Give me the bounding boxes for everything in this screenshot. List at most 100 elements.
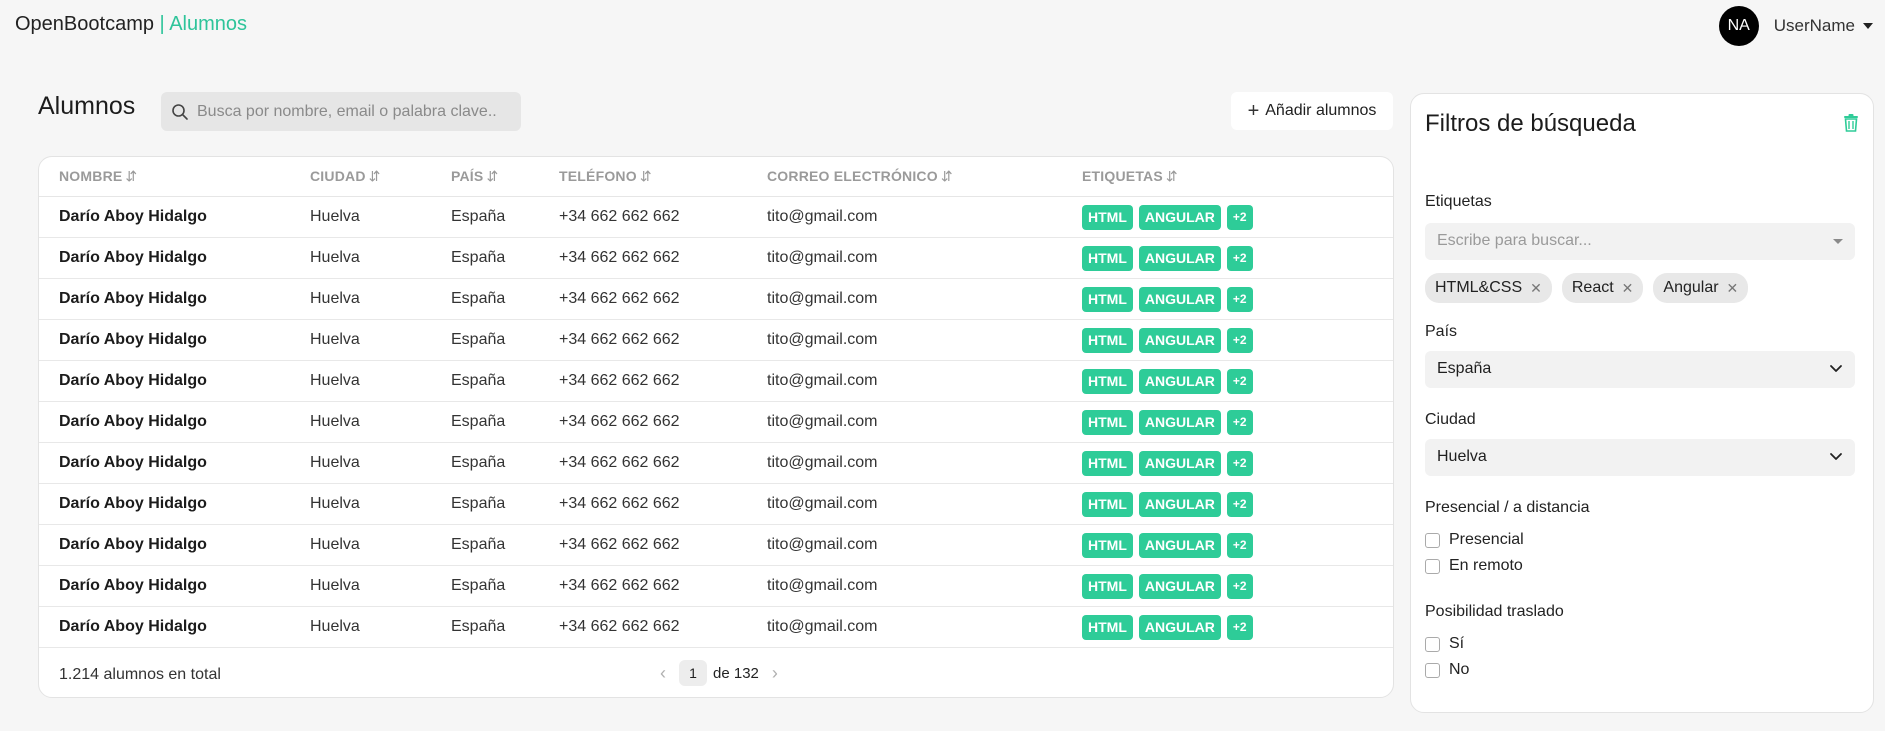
student-phone: +34 662 662 662 — [559, 495, 680, 512]
table-row[interactable]: Darío Aboy Hidalgo Huelva España +34 662 66… — [39, 361, 1393, 402]
presencial-checkbox[interactable]: Presencial — [1425, 531, 1524, 549]
remove-chip-icon[interactable]: ✕ — [1622, 280, 1634, 297]
relocate-yes-checkbox[interactable]: Sí — [1425, 635, 1464, 653]
column-header-label: ETIQUETAS — [1082, 168, 1163, 184]
current-page[interactable]: 1 — [679, 660, 707, 686]
remote-checkbox[interactable]: En remoto — [1425, 557, 1523, 575]
relocate-no-checkbox[interactable]: No — [1425, 661, 1469, 679]
table-row[interactable]: Darío Aboy Hidalgo Huelva España +34 662 66… — [39, 320, 1393, 361]
column-header-phone[interactable]: TELÉFONO ⇵ — [559, 168, 652, 185]
sort-icon[interactable]: ⇵ — [369, 168, 381, 184]
column-header-tags[interactable]: ETIQUETAS ⇵ — [1082, 168, 1178, 185]
more-tags-badge[interactable]: +2 — [1226, 205, 1253, 230]
more-tags-badge[interactable]: +2 — [1226, 574, 1253, 599]
chevron-down-icon[interactable] — [1829, 361, 1843, 375]
student-email: tito@gmail.com — [767, 536, 878, 553]
table-row[interactable]: Darío Aboy Hidalgo Huelva España +34 662 66… — [39, 443, 1393, 484]
student-country: España — [451, 208, 506, 225]
sort-icon[interactable]: ⇵ — [125, 168, 137, 184]
table-row[interactable]: Darío Aboy Hidalgo Huelva España +34 662 66… — [39, 197, 1393, 238]
table-row[interactable]: Darío Aboy Hidalgo Huelva España +34 662 66… — [39, 279, 1393, 320]
sort-icon[interactable]: ⇵ — [941, 168, 953, 184]
tag-chip: HTML&CSS ✕ — [1425, 273, 1552, 303]
sort-icon[interactable]: ⇵ — [640, 168, 652, 184]
tags-search-select[interactable]: Escribe para buscar... — [1425, 223, 1855, 260]
student-phone: +34 662 662 662 — [559, 577, 680, 594]
user-menu[interactable]: NA UserName — [1718, 6, 1873, 46]
avatar[interactable]: NA — [1718, 6, 1759, 46]
table-row[interactable]: Darío Aboy Hidalgo Huelva España +34 662 66… — [39, 484, 1393, 525]
dropdown-triangle-icon[interactable] — [1833, 239, 1843, 244]
student-city: Huelva — [310, 290, 360, 307]
column-header-label: CORREO ELECTRÓNICO — [767, 168, 938, 184]
student-email: tito@gmail.com — [767, 208, 878, 225]
tag-badge: ANGULAR — [1138, 492, 1221, 517]
table-row[interactable]: Darío Aboy Hidalgo Huelva España +34 662 66… — [39, 566, 1393, 607]
tag-list: HTML ANGULAR +2 — [1082, 246, 1253, 271]
more-tags-badge[interactable]: +2 — [1226, 410, 1253, 435]
tag-badge: ANGULAR — [1138, 410, 1221, 435]
search-box[interactable] — [161, 92, 521, 131]
checkbox-box[interactable] — [1425, 532, 1440, 548]
checkbox-box[interactable] — [1425, 558, 1440, 574]
app-brand[interactable]: OpenBootcamp | Alumnos — [15, 13, 247, 36]
more-tags-badge[interactable]: +2 — [1226, 287, 1253, 312]
more-tags-badge[interactable]: +2 — [1226, 615, 1253, 640]
tags-filter-label: Etiquetas — [1425, 193, 1492, 210]
tag-badge: ANGULAR — [1138, 205, 1221, 230]
tag-list: HTML ANGULAR +2 — [1082, 287, 1253, 312]
column-header-name[interactable]: NOMBRE ⇵ — [59, 168, 137, 185]
tag-chip: React ✕ — [1561, 273, 1644, 303]
sort-icon[interactable]: ⇵ — [486, 168, 498, 184]
table-row[interactable]: Darío Aboy Hidalgo Huelva España +34 662 66… — [39, 402, 1393, 443]
tag-badge: ANGULAR — [1138, 615, 1221, 640]
student-country: España — [451, 413, 506, 430]
student-email: tito@gmail.com — [767, 413, 878, 430]
more-tags-badge[interactable]: +2 — [1226, 451, 1253, 476]
city-select[interactable]: Huelva — [1425, 439, 1855, 476]
tag-badge: HTML — [1082, 410, 1133, 435]
remove-chip-icon[interactable]: ✕ — [1727, 280, 1739, 297]
search-input[interactable] — [197, 102, 497, 121]
sort-icon[interactable]: ⇵ — [1166, 168, 1178, 184]
user-name[interactable]: UserName — [1774, 16, 1855, 36]
trash-icon[interactable] — [1843, 114, 1859, 132]
tag-chip-label: React — [1571, 279, 1614, 296]
city-filter-label: Ciudad — [1425, 411, 1476, 428]
add-students-label: Añadir alumnos — [1265, 102, 1377, 119]
student-phone: +34 662 662 662 — [559, 290, 680, 307]
table-header: NOMBRE ⇵ CIUDAD ⇵ PAÍS ⇵ TELÉFONO ⇵ CORREO E… — [39, 157, 1393, 197]
tag-badge: HTML — [1082, 287, 1133, 312]
table-row[interactable]: Darío Aboy Hidalgo Huelva España +34 662 66… — [39, 607, 1393, 648]
student-name: Darío Aboy Hidalgo — [59, 208, 207, 225]
column-header-email[interactable]: CORREO ELECTRÓNICO ⇵ — [767, 168, 953, 185]
filters-panel: Filtros de búsqueda Etiquetas Escribe pa… — [1410, 93, 1874, 713]
student-name: Darío Aboy Hidalgo — [59, 454, 207, 471]
column-header-country[interactable]: PAÍS ⇵ — [451, 168, 498, 185]
chevron-down-icon[interactable] — [1829, 449, 1843, 463]
tags-search-placeholder: Escribe para buscar... — [1437, 232, 1592, 249]
more-tags-badge[interactable]: +2 — [1226, 533, 1253, 558]
more-tags-badge[interactable]: +2 — [1226, 369, 1253, 394]
table-row[interactable]: Darío Aboy Hidalgo Huelva España +34 662 66… — [39, 525, 1393, 566]
column-header-city[interactable]: CIUDAD ⇵ — [310, 168, 381, 185]
caret-down-icon[interactable] — [1863, 23, 1873, 29]
chevron-right-icon[interactable]: › — [767, 663, 783, 684]
checkbox-box[interactable] — [1425, 662, 1440, 678]
student-city: Huelva — [310, 413, 360, 430]
checkbox-box[interactable] — [1425, 636, 1440, 652]
table-row[interactable]: Darío Aboy Hidalgo Huelva España +34 662 66… — [39, 238, 1393, 279]
add-students-button[interactable]: + Añadir alumnos — [1231, 92, 1393, 130]
tag-chip: Angular ✕ — [1653, 273, 1749, 303]
checkbox-label: Presencial — [1449, 531, 1524, 548]
remove-chip-icon[interactable]: ✕ — [1530, 280, 1542, 297]
student-email: tito@gmail.com — [767, 454, 878, 471]
chevron-left-icon[interactable]: ‹ — [655, 663, 671, 684]
country-select[interactable]: España — [1425, 351, 1855, 388]
more-tags-badge[interactable]: +2 — [1226, 328, 1253, 353]
student-phone: +34 662 662 662 — [559, 208, 680, 225]
more-tags-badge[interactable]: +2 — [1226, 246, 1253, 271]
tag-badge: HTML — [1082, 574, 1133, 599]
more-tags-badge[interactable]: +2 — [1226, 492, 1253, 517]
top-bar: OpenBootcamp | Alumnos NA UserName — [0, 0, 1885, 52]
